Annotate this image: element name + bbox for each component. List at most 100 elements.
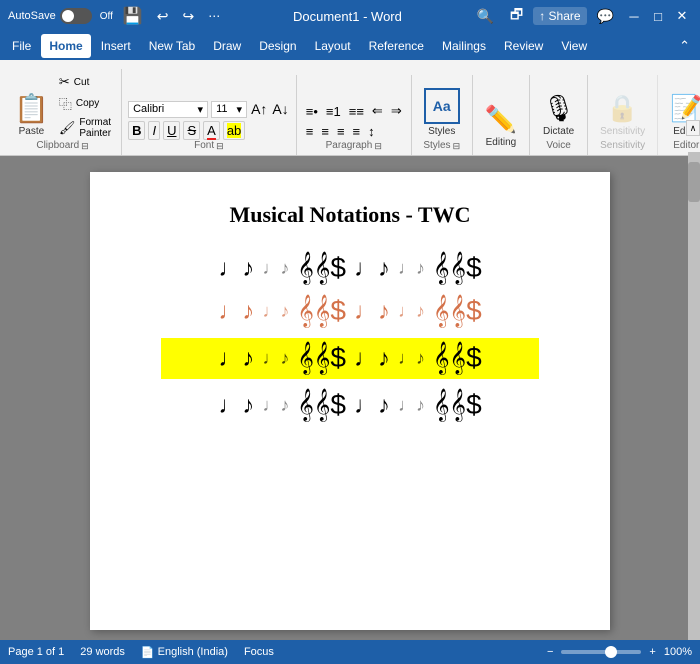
format-painter-label: Format Painter (79, 117, 111, 139)
page-indicator: Page 1 of 1 (8, 646, 64, 658)
music-note: 𝄞𝄞$ (433, 389, 482, 422)
sensitivity-group-label: Sensitivity (600, 140, 645, 153)
music-note: ♩♪ (262, 348, 289, 369)
menu-newtab[interactable]: New Tab (141, 34, 203, 58)
bold-button[interactable]: B (128, 121, 145, 140)
styles-button[interactable]: Aa Styles (418, 85, 466, 140)
clipboard-group-label: Clipboard (36, 140, 79, 153)
music-note: 𝄞𝄞$ (433, 295, 482, 328)
comment-button[interactable]: 💬 (591, 6, 620, 27)
ribbon-group-font: Calibri▾ 11▾ A↑ A↓ B I U S (122, 75, 297, 155)
line-spacing-button[interactable]: ↕ (365, 123, 378, 140)
menu-design[interactable]: Design (251, 34, 304, 58)
clipboard-expand-btn[interactable]: ⊟ (81, 141, 89, 152)
more-button[interactable]: ⋯ (204, 7, 224, 25)
menu-draw[interactable]: Draw (205, 34, 249, 58)
music-row-1: ♩♪ ♩♪ 𝄞𝄞$ ♩♪ ♩♪ 𝄞𝄞$ (140, 252, 560, 285)
font-group-label: Font (194, 140, 214, 153)
font-color-button[interactable]: A (203, 121, 220, 140)
menu-insert[interactable]: Insert (93, 34, 139, 58)
sensitivity-button[interactable]: 🔒 Sensitivity (594, 90, 651, 140)
zoom-thumb (605, 646, 617, 658)
music-note: ♩♪ (262, 301, 289, 322)
bullets-button[interactable]: ≡• (303, 103, 321, 120)
music-note: ♩♪ (398, 258, 425, 279)
cut-label: Cut (74, 77, 90, 88)
save-button[interactable]: 💾 (119, 4, 147, 28)
increase-indent-button[interactable]: ⇒ (388, 102, 405, 120)
decrease-indent-button[interactable]: ⇐ (369, 102, 386, 120)
font-size-dropdown[interactable]: 11▾ (211, 101, 247, 118)
ribbon-group-styles: Aa Styles Styles ⊟ (412, 75, 473, 155)
zoom-in-button[interactable]: + (649, 646, 655, 658)
justify-button[interactable]: ≡ (350, 123, 364, 140)
autosave-control[interactable]: AutoSave Off (8, 8, 113, 24)
ribbon-collapse-icon[interactable]: ∧ (686, 120, 700, 136)
highlight-button[interactable]: ab (223, 121, 245, 140)
title-bar-left: AutoSave Off 💾 ↩ ↪ ⋯ (8, 4, 224, 28)
redo-button[interactable]: ↪ (179, 6, 199, 27)
share-button[interactable]: ↑ Share (533, 7, 586, 25)
dictate-button[interactable]: 🎙 Dictate (536, 90, 581, 140)
undo-button[interactable]: ↩ (153, 6, 173, 27)
music-note: ♩♪ (354, 298, 390, 326)
paragraph-expand-btn[interactable]: ⊟ (374, 141, 382, 152)
music-note: 𝄞𝄞$ (433, 342, 482, 375)
editing-button[interactable]: ✏️ Editing (479, 101, 523, 151)
format-painter-button[interactable]: 🖌 Format Painter (55, 116, 115, 140)
music-row-2: ♩♪ ♩♪ 𝄞𝄞$ ♩♪ ♩♪ 𝄞𝄞$ (140, 295, 560, 328)
font-grow-button[interactable]: A↑ (250, 100, 268, 118)
autosave-toggle[interactable] (60, 8, 92, 24)
cut-button[interactable]: ✂ Cut (55, 73, 115, 91)
zoom-slider[interactable] (561, 650, 641, 654)
align-right-button[interactable]: ≡ (334, 123, 348, 140)
menu-layout[interactable]: Layout (307, 34, 359, 58)
maximize-button[interactable]: □ (648, 6, 668, 26)
close-button[interactable]: ✕ (672, 6, 692, 26)
restore-button[interactable]: 🗗 (504, 2, 529, 30)
font-shrink-button[interactable]: A↓ (271, 100, 289, 118)
copy-label: Copy (76, 98, 99, 109)
styles-group-label: Styles (423, 140, 450, 153)
strikethrough-button[interactable]: S (183, 121, 200, 140)
music-note: 𝄞𝄞$ (297, 389, 346, 422)
music-note: ♩♪ (354, 345, 390, 373)
zoom-out-button[interactable]: − (547, 646, 553, 658)
copy-button[interactable]: ⿻ Copy (55, 93, 115, 114)
menu-home[interactable]: Home (41, 34, 90, 58)
document-heading: Musical Notations - TWC (230, 202, 471, 228)
sensitivity-label: Sensitivity (600, 126, 645, 137)
align-center-button[interactable]: ≡ (318, 123, 332, 140)
multilevel-button[interactable]: ≡≡ (346, 103, 367, 120)
search-button[interactable]: 🔍 (471, 6, 500, 27)
menu-view[interactable]: View (553, 34, 595, 58)
italic-button[interactable]: I (148, 121, 160, 140)
minimize-button[interactable]: ─ (624, 6, 644, 26)
paragraph-group-label: Paragraph (326, 140, 373, 153)
menu-references[interactable]: Reference (361, 34, 432, 58)
scrollbar-thumb[interactable] (688, 162, 700, 202)
menu-mailings[interactable]: Mailings (434, 34, 494, 58)
sensitivity-icon: 🔒 (606, 93, 638, 124)
music-note: 𝄞𝄞$ (297, 252, 346, 285)
align-left-button[interactable]: ≡ (303, 123, 317, 140)
focus-button[interactable]: Focus (244, 646, 274, 658)
document-area: Musical Notations - TWC ♩♪ ♩♪ 𝄞𝄞$ ♩♪ ♩♪ … (0, 156, 700, 646)
ribbon-collapse-btn[interactable]: ⌃ (673, 36, 696, 56)
music-note: ♩♪ (218, 392, 254, 420)
music-note: ♩♪ (218, 298, 254, 326)
music-row-highlighted: ♩♪ ♩♪ 𝄞𝄞$ ♩♪ ♩♪ 𝄞𝄞$ (161, 338, 539, 379)
music-note: 𝄞𝄞$ (297, 295, 346, 328)
cut-icon: ✂ (59, 74, 70, 90)
font-name-dropdown[interactable]: Calibri▾ (128, 101, 208, 118)
font-expand-btn[interactable]: ⊟ (216, 141, 224, 152)
numbering-button[interactable]: ≡1 (323, 103, 344, 120)
voice-group-label: Voice (546, 140, 570, 153)
editing-label: Editing (486, 137, 517, 148)
vertical-scrollbar[interactable] (688, 152, 700, 640)
styles-expand-btn[interactable]: ⊟ (453, 141, 461, 152)
underline-button[interactable]: U (163, 121, 180, 140)
paste-button[interactable]: 📋 Paste (10, 89, 53, 140)
menu-file[interactable]: File (4, 34, 39, 58)
menu-review[interactable]: Review (496, 34, 551, 58)
